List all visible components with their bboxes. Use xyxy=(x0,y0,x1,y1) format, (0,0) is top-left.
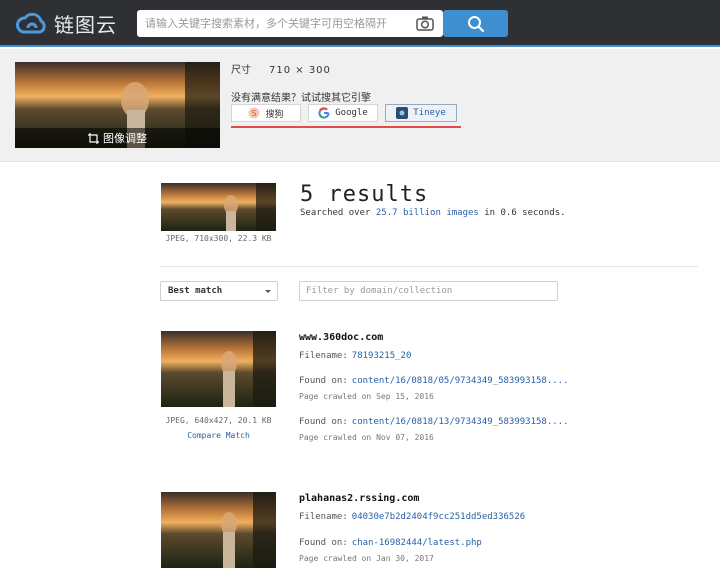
query-image[interactable]: 图像调整 xyxy=(15,62,220,148)
filename-label: Filename: xyxy=(299,351,348,361)
sort-select[interactable]: Best match xyxy=(160,281,278,301)
found-on-label: Found on: xyxy=(299,417,348,427)
logo[interactable]: 链图云 xyxy=(14,9,117,38)
camera-icon[interactable] xyxy=(416,15,434,32)
result-thumbnail[interactable] xyxy=(161,331,276,407)
index-size-link[interactable]: 25.7 billion images xyxy=(376,208,479,218)
engine-buttons: S 搜狗 Google Tineye xyxy=(231,104,464,122)
filename-label: Filename: xyxy=(299,512,348,522)
search-stats-suffix: in 0.6 seconds. xyxy=(484,208,566,218)
search-icon xyxy=(467,15,484,32)
result-meta: JPEG, 640x427, 20.1 KB xyxy=(165,416,272,425)
svg-text:S: S xyxy=(252,109,257,118)
crawled-date: Page crawled on Sep 15, 2016 xyxy=(299,392,434,401)
size-label: 尺寸 xyxy=(231,65,251,76)
search-button[interactable] xyxy=(443,10,508,37)
search-input[interactable] xyxy=(137,10,407,37)
image-adjust-label: 图像调整 xyxy=(103,132,147,145)
found-on-link[interactable]: content/16/0818/13/9734349_583993158.... xyxy=(352,417,569,427)
result-photo xyxy=(161,492,276,568)
cloud-logo-icon xyxy=(16,12,46,33)
search-box xyxy=(137,10,443,37)
query-thumbnail[interactable] xyxy=(161,183,276,231)
sort-label: Best match xyxy=(168,286,223,296)
chevron-down-icon xyxy=(265,290,271,293)
crop-icon xyxy=(88,132,99,144)
result-domain[interactable]: www.360doc.com xyxy=(299,332,383,343)
query-thumbnail-photo xyxy=(161,183,276,231)
result-domain[interactable]: plahanas2.rssing.com xyxy=(299,493,419,504)
size-info: 尺寸 710 × 300 xyxy=(231,61,331,76)
result-thumbnail[interactable] xyxy=(161,492,276,568)
google-icon xyxy=(318,107,330,119)
search-stats-prefix: Searched over xyxy=(300,208,371,218)
query-meta: JPEG, 710x300, 22.3 KB xyxy=(165,234,272,243)
other-engines-prompt: 没有满意结果？试试搜其它引擎 xyxy=(231,93,371,104)
compare-match-link[interactable]: Compare Match xyxy=(161,431,276,440)
engine-tineye-label: Tineye xyxy=(413,108,446,118)
engine-google-button[interactable]: Google xyxy=(308,104,378,122)
found-on-link[interactable]: content/16/0818/05/9734349_583993158.... xyxy=(352,376,569,386)
divider xyxy=(160,266,698,267)
top-bar: 链图云 xyxy=(0,0,720,47)
results-count: 5 results xyxy=(300,182,429,207)
found-on: Found on: content/16/0818/05/9734349_5839… xyxy=(299,376,569,386)
tineye-icon xyxy=(396,107,409,119)
sogou-icon: S xyxy=(248,107,260,119)
filter-input[interactable] xyxy=(299,281,558,301)
results-area: JPEG, 710x300, 22.3 KB 5 results Searche… xyxy=(0,163,720,576)
engine-google-label: Google xyxy=(335,108,368,118)
found-on-label: Found on: xyxy=(299,376,348,386)
engine-underline xyxy=(231,126,461,128)
search-stats: Searched over 25.7 billion images in 0.6… xyxy=(300,208,566,218)
logo-text: 链图云 xyxy=(54,13,117,37)
found-on: Found on: content/16/0818/13/9734349_5839… xyxy=(299,417,569,427)
engine-tineye-button[interactable]: Tineye xyxy=(385,104,457,122)
result-filename: Filename: 78193215_20 xyxy=(299,351,411,361)
crawled-date: Page crawled on Jan 30, 2017 xyxy=(299,554,434,563)
found-on: Found on: chan-16982444/latest.php xyxy=(299,538,482,548)
query-panel: 图像调整 尺寸 710 × 300 没有满意结果？试试搜其它引擎 S 搜狗 Goo… xyxy=(0,49,720,162)
image-adjust-button[interactable]: 图像调整 xyxy=(15,128,220,148)
crawled-date: Page crawled on Nov 07, 2016 xyxy=(299,433,434,442)
filename-link[interactable]: 78193215_20 xyxy=(352,351,412,361)
engine-sogou-label: 搜狗 xyxy=(265,109,284,120)
result-filename: Filename: 04030e7b2d2404f9cc251dd5ed33652… xyxy=(299,512,525,522)
filename-link[interactable]: 04030e7b2d2404f9cc251dd5ed336526 xyxy=(352,512,525,522)
found-on-link[interactable]: chan-16982444/latest.php xyxy=(352,538,482,548)
found-on-label: Found on: xyxy=(299,538,348,548)
result-photo xyxy=(161,331,276,407)
engine-sogou-button[interactable]: S 搜狗 xyxy=(231,104,301,122)
size-value: 710 × 300 xyxy=(269,65,331,76)
